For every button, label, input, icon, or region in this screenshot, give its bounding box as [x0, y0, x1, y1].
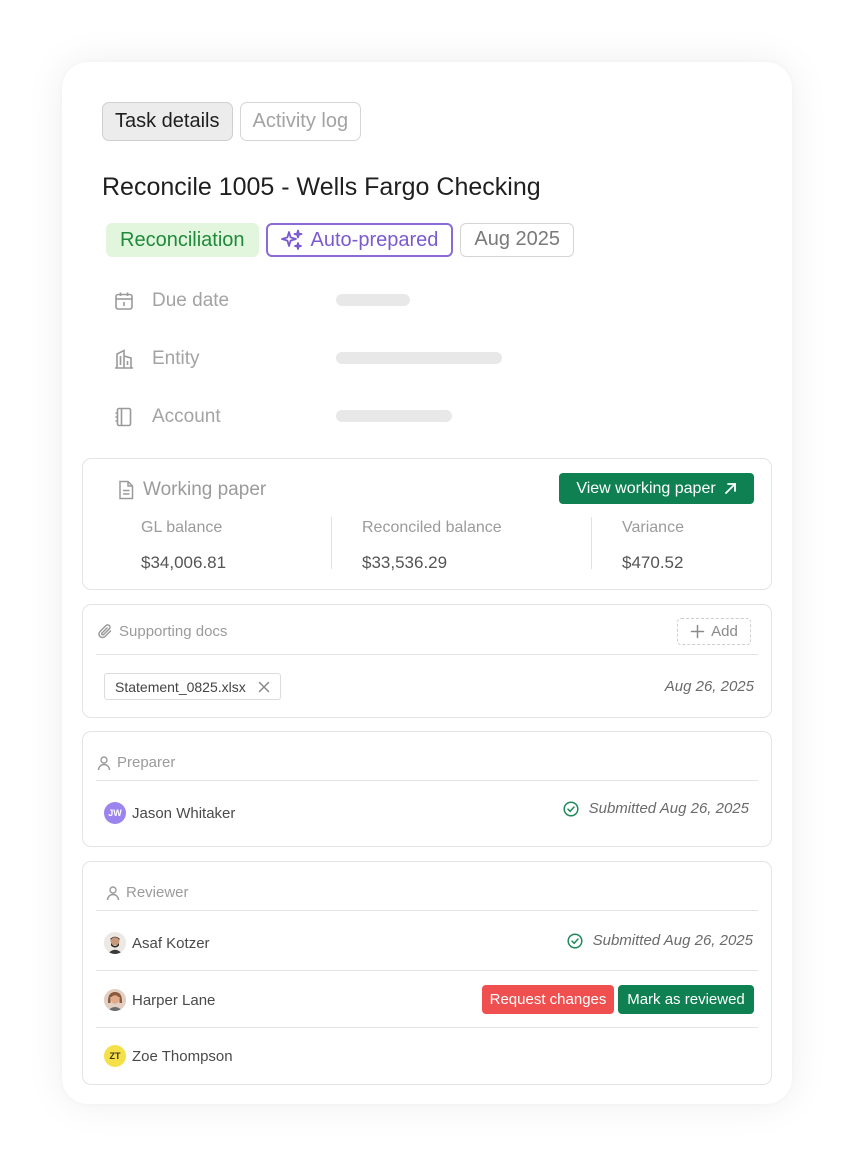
supporting-docs-header: Supporting docs — [97, 623, 227, 640]
check-circle-icon — [567, 932, 583, 949]
stat-value: $33,536.29 — [362, 553, 448, 572]
avatar — [104, 932, 126, 954]
view-working-paper-label: View working paper — [576, 479, 716, 497]
reviewer-person: ZT Zoe Thompson — [104, 1045, 233, 1067]
preparer-panel: Preparer JW Jason Whitaker Submitted Aug… — [82, 731, 772, 847]
reviewer-person: Asaf Kotzer — [104, 932, 210, 954]
working-paper-header: Working paper — [117, 479, 266, 501]
reviewer-person: Harper Lane — [104, 989, 215, 1011]
reviewer-header: Reviewer — [106, 884, 189, 901]
avatar: JW — [104, 802, 126, 824]
stat-reconciled-balance: Reconciled balance $33,536.29 — [362, 519, 502, 573]
status-text: Submitted Aug 26, 2025 — [592, 932, 753, 949]
due-date-row: Due date — [112, 289, 229, 313]
file-name: Statement_0825.xlsx — [115, 678, 246, 695]
reviewer-panel: Reviewer Asaf Kotzer Submitted Aug 26, 2… — [82, 861, 772, 1085]
person-name: Harper Lane — [132, 991, 216, 1009]
request-changes-button[interactable]: Request changes — [482, 985, 614, 1014]
reviewer-status: Submitted Aug 26, 2025 — [567, 932, 753, 949]
account-row: Account — [112, 405, 221, 429]
stat-divider — [591, 517, 592, 569]
person-name: Asaf Kotzer — [132, 934, 210, 952]
account-skeleton — [336, 410, 452, 422]
stat-variance: Variance $470.52 — [622, 519, 684, 573]
file-date: Aug 26, 2025 — [664, 678, 754, 695]
working-paper-panel: Working paper View working paper GL bala… — [82, 458, 772, 590]
avatar: ZT — [104, 1045, 126, 1067]
user-icon — [97, 755, 111, 771]
stat-label: Reconciled balance — [362, 519, 502, 536]
tab-activity-log[interactable]: Activity log — [239, 102, 362, 141]
task-badges: Reconciliation Auto-prepared Aug 2025 — [106, 223, 575, 257]
calendar-icon — [112, 289, 136, 313]
avatar — [104, 989, 126, 1011]
view-working-paper-button[interactable]: View working paper — [559, 473, 754, 504]
person-name: Zoe Thompson — [132, 1047, 233, 1065]
divider — [96, 910, 758, 911]
stat-gl-balance: GL balance $34,006.81 — [141, 519, 226, 573]
entity-row: Entity — [112, 347, 200, 371]
supporting-docs-panel: Supporting docs Add Statement_0825.xlsx … — [82, 604, 772, 718]
divider — [96, 970, 758, 971]
check-circle-icon — [563, 800, 579, 817]
auto-prepared-label: Auto-prepared — [310, 229, 439, 251]
file-chip[interactable]: Statement_0825.xlsx — [104, 673, 281, 700]
entity-skeleton — [336, 352, 502, 364]
divider — [96, 654, 758, 655]
person-name: Jason Whitaker — [132, 804, 236, 822]
preparer-header: Preparer — [97, 754, 175, 771]
preparer-title: Preparer — [117, 754, 176, 771]
tab-task-details[interactable]: Task details — [102, 102, 233, 141]
working-paper-title: Working paper — [143, 479, 267, 500]
add-doc-label: Add — [711, 623, 738, 640]
preparer-person: JW Jason Whitaker — [104, 802, 235, 824]
user-icon — [106, 885, 120, 901]
ledger-icon — [112, 405, 136, 429]
task-card: Task details Activity log Reconcile 1005… — [62, 62, 792, 1104]
building-icon — [112, 347, 136, 371]
type-badge: Reconciliation — [106, 223, 259, 257]
paperclip-icon — [97, 623, 113, 640]
add-doc-button[interactable]: Add — [677, 618, 751, 645]
entity-label: Entity — [152, 348, 200, 369]
preparer-status: Submitted Aug 26, 2025 — [563, 800, 749, 817]
stat-label: Variance — [622, 519, 684, 536]
mark-as-reviewed-button[interactable]: Mark as reviewed — [618, 985, 754, 1014]
status-text: Submitted Aug 26, 2025 — [588, 800, 749, 817]
tab-bar: Task details Activity log — [102, 102, 362, 141]
stat-label: GL balance — [141, 519, 223, 536]
stat-value: $470.52 — [622, 553, 684, 572]
account-label: Account — [152, 406, 221, 427]
due-date-label: Due date — [152, 290, 230, 311]
sparkle-icon — [280, 228, 304, 252]
task-title: Reconcile 1005 - Wells Fargo Checking — [102, 173, 541, 201]
supporting-docs-title: Supporting docs — [119, 623, 228, 640]
auto-prepared-badge: Auto-prepared — [265, 223, 454, 257]
document-icon — [117, 480, 135, 500]
close-icon[interactable] — [258, 681, 270, 693]
divider — [96, 1027, 758, 1028]
plus-icon — [690, 624, 705, 639]
due-date-skeleton — [336, 294, 410, 306]
period-badge: Aug 2025 — [460, 223, 575, 257]
stat-value: $34,006.81 — [141, 553, 227, 572]
reviewer-title: Reviewer — [126, 884, 189, 901]
arrow-up-right-icon — [724, 482, 737, 495]
divider — [96, 780, 758, 781]
stat-divider — [331, 517, 332, 569]
